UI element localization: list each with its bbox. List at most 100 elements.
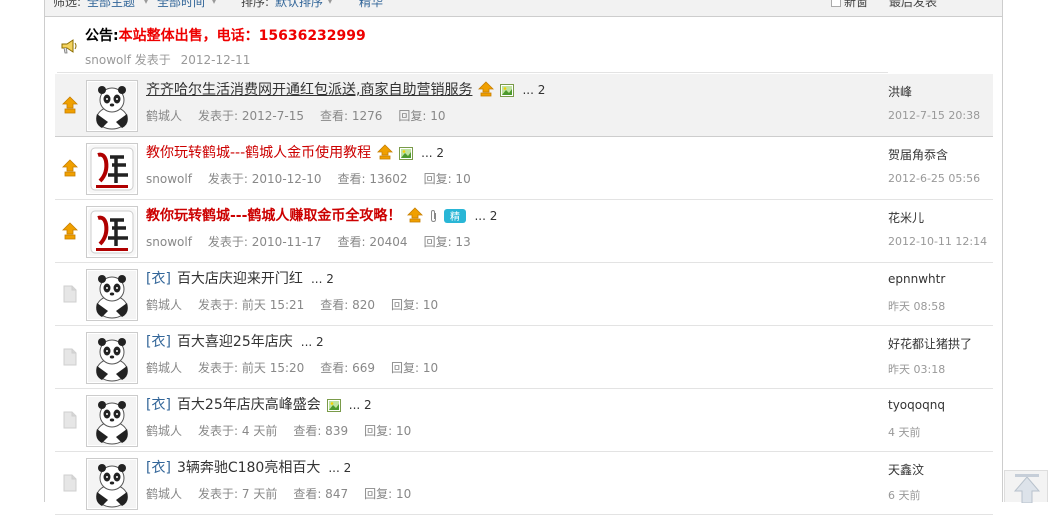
thread-posted: 发表于: 4 天前	[198, 424, 278, 438]
thread-views: 查看: 847	[293, 487, 349, 501]
thread-title-link[interactable]: 百大喜迎25年店庆	[177, 334, 293, 350]
last-post-user[interactable]: epnnwhtr	[888, 272, 945, 286]
thread-title-link[interactable]: 百大25年店庆高峰盛会	[177, 397, 321, 413]
thread-author[interactable]: 鹤城人	[146, 361, 182, 375]
thread-author[interactable]: snowolf	[146, 172, 192, 186]
thread-title-link[interactable]: 百大店庆迎来开门红	[177, 271, 303, 287]
image-attachment-icon	[500, 83, 515, 103]
thread-title: [衣] 百大25年店庆高峰盛会 ... 2	[146, 395, 372, 418]
thread-author[interactable]: 鹤城人	[146, 109, 182, 123]
back-to-top-button[interactable]	[1004, 470, 1049, 504]
doc-icon[interactable]	[62, 285, 78, 303]
last-post-time[interactable]: 昨天 08:58	[888, 298, 945, 314]
last-post-user[interactable]: 好花都让猪拱了	[888, 335, 972, 352]
last-post-time[interactable]: 2012-6-25 05:56	[888, 172, 980, 185]
back-to-top-icon[interactable]	[1005, 471, 1049, 504]
thread-pages-link[interactable]: ... 2	[349, 398, 372, 412]
last-post-time[interactable]: 昨天 03:18	[888, 361, 945, 377]
checkbox-icon[interactable]	[831, 0, 841, 7]
thread-row: [衣] 百大喜迎25年店庆 ... 2 鹤城人 发表于: 前天 15:20 查看: 669…	[55, 326, 993, 389]
thread-posted: 发表于: 7 天前	[198, 487, 278, 501]
thread-pages-link[interactable]: ... 2	[328, 461, 351, 475]
thread-pages-link[interactable]: ... 2	[301, 335, 324, 349]
avatar[interactable]	[86, 269, 138, 321]
avatar[interactable]	[86, 395, 138, 447]
thread-replies: 回复: 10	[423, 172, 471, 186]
last-post-time[interactable]: 2012-10-11 12:14	[888, 235, 987, 248]
thread-category[interactable]: [衣]	[146, 334, 171, 350]
pin-up-arrow-icon[interactable]	[62, 96, 78, 114]
thread-author[interactable]: 鹤城人	[146, 487, 182, 501]
doc-icon[interactable]	[62, 474, 78, 492]
thread-title-link[interactable]: 教你玩转鹤城---鹤城人赚取金币全攻略！	[146, 208, 401, 224]
thread-title-link[interactable]: 教你玩转鹤城---鹤城人金币使用教程	[146, 145, 371, 161]
thread-title: 教你玩转鹤城---鹤城人金币使用教程 ... 2	[146, 143, 444, 166]
pin-up-arrow-icon	[407, 207, 424, 229]
avatar[interactable]	[86, 458, 138, 510]
thread-pages-link[interactable]: ... 2	[474, 209, 497, 223]
filter-time-select[interactable]: 全部时间	[157, 0, 205, 10]
thread-category[interactable]: [衣]	[146, 460, 171, 476]
last-post-time[interactable]: 4 天前	[888, 424, 921, 440]
sort-label: 排序:	[241, 0, 270, 9]
thread-title-link[interactable]: 3辆奔驰C180亮相百大	[177, 460, 320, 476]
svg-text:精: 精	[450, 210, 460, 223]
last-post-user[interactable]: 天鑫汶	[888, 461, 924, 478]
announcement-date: 2012-12-11	[180, 53, 251, 67]
last-post-time[interactable]: 6 天前	[888, 487, 921, 503]
thread-author[interactable]: 鹤城人	[146, 298, 182, 312]
announcement: 公告:本站整体出售，电话：15636232999 snowolf 发表于 201…	[57, 22, 887, 72]
sort-select[interactable]: 默认排序	[275, 0, 323, 10]
avatar[interactable]	[86, 80, 138, 132]
last-post-user[interactable]: 贺届角忝含	[888, 146, 948, 163]
thread-posted: 发表于: 2010-12-10	[207, 172, 322, 186]
paperclip-icon	[429, 209, 438, 229]
announcement-meta: snowolf 发表于 2012-12-11	[85, 53, 251, 67]
thread-pages-link[interactable]: ... 2	[421, 146, 444, 160]
announcement-title[interactable]: 公告:本站整体出售，电话：15636232999	[85, 25, 366, 45]
thread-category[interactable]: [衣]	[146, 397, 171, 413]
thread-meta: 鹤城人 发表于: 前天 15:21 查看: 820 回复: 10	[146, 296, 454, 313]
filter-type-select[interactable]: 全部主题	[87, 0, 135, 10]
thread-title-link[interactable]: 齐齐哈尔生活消费网开通红包派送,商家自助营销服务	[146, 82, 472, 98]
pin-up-arrow-icon	[478, 81, 495, 103]
thread-category[interactable]: [衣]	[146, 271, 171, 287]
pin-up-arrow-icon	[377, 144, 394, 166]
thread-meta: 鹤城人 发表于: 前天 15:20 查看: 669 回复: 10	[146, 359, 454, 376]
digest-filter-link[interactable]: 精华	[359, 0, 383, 10]
thread-views: 查看: 1276	[319, 109, 383, 123]
doc-icon[interactable]	[62, 411, 78, 429]
last-post-user[interactable]: 洪峰	[888, 83, 912, 100]
thread-author[interactable]: snowolf	[146, 235, 192, 249]
pin-up-arrow-icon[interactable]	[62, 222, 78, 240]
last-post-time[interactable]: 2012-7-15 20:38	[888, 109, 980, 122]
thread-views: 查看: 20404	[337, 235, 408, 249]
thread-meta: snowolf 发表于: 2010-12-10 查看: 13602 回复: 10	[146, 170, 487, 187]
new-window-toggle[interactable]: 新窗	[831, 0, 868, 10]
divider	[57, 72, 888, 73]
thread-title: 教你玩转鹤城---鹤城人赚取金币全攻略！ 精 ... 2	[146, 206, 497, 229]
avatar[interactable]	[86, 332, 138, 384]
thread-views: 查看: 13602	[337, 172, 408, 186]
last-post-header: 最后发表	[889, 0, 938, 9]
thread-posted: 发表于: 2010-11-17	[207, 235, 322, 249]
thread-row: [衣] 3辆奔驰C180亮相百大 ... 2 鹤城人 发表于: 7 天前 查看: 847 回…	[55, 452, 993, 515]
thread-meta: 鹤城人 发表于: 7 天前 查看: 847 回复: 10	[146, 485, 427, 502]
thread-replies: 回复: 10	[391, 298, 439, 312]
filter-bar: 筛选: 全部主题 ▾ 全部时间 ▾ 排序: 默认排序 ▾ 精华 新窗 最后发表	[45, 0, 1002, 17]
thread-row: 齐齐哈尔生活消费网开通红包派送,商家自助营销服务 ... 2 鹤城人 发表于: 201…	[55, 74, 993, 137]
thread-replies: 回复: 13	[423, 235, 471, 249]
pin-up-arrow-icon[interactable]	[62, 159, 78, 177]
thread-row: 教你玩转鹤城---鹤城人金币使用教程 ... 2 snowolf 发表于: 2010-…	[55, 137, 993, 200]
thread-pages-link[interactable]: ... 2	[522, 83, 545, 97]
thread-pages-link[interactable]: ... 2	[311, 272, 334, 286]
avatar[interactable]	[86, 206, 138, 258]
thread-author[interactable]: 鹤城人	[146, 424, 182, 438]
thread-views: 查看: 669	[320, 361, 376, 375]
last-post-user[interactable]: 花米儿	[888, 209, 924, 226]
announcement-author[interactable]: snowolf	[85, 53, 131, 67]
avatar[interactable]	[86, 143, 138, 195]
doc-icon[interactable]	[62, 348, 78, 366]
last-post-user[interactable]: tyoqoqnq	[888, 398, 945, 412]
announcement-text[interactable]: 本站整体出售，电话：15636232999	[119, 28, 366, 44]
